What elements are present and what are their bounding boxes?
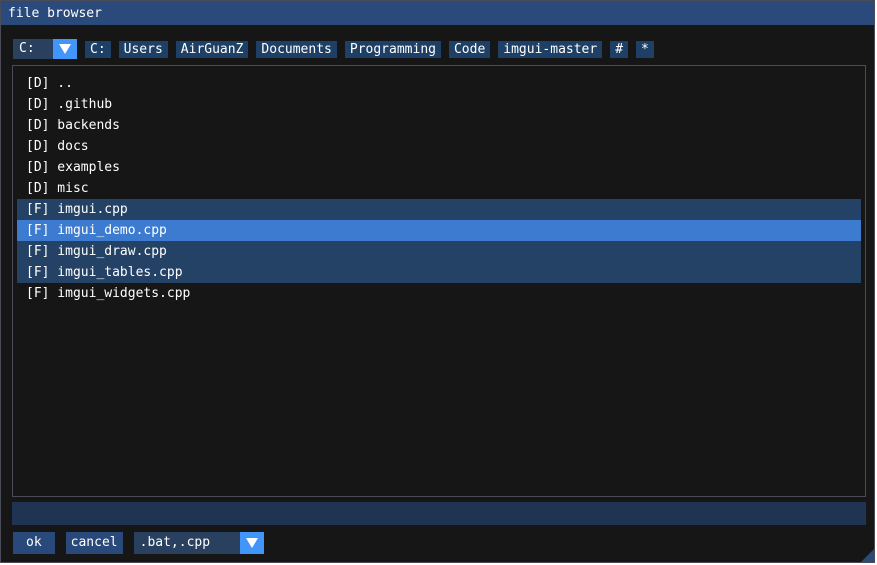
list-item[interactable]: [D] .github	[17, 94, 861, 115]
list-item[interactable]: [F] imgui_tables.cpp	[17, 262, 861, 283]
drive-select[interactable]: C:	[13, 39, 77, 59]
refresh-button[interactable]: *	[636, 40, 654, 58]
drive-select-value: C:	[13, 39, 53, 59]
path-bar: C: C: Users AirGuanZ Documents Programmi…	[13, 39, 662, 59]
window-title: file browser	[8, 5, 102, 21]
filter-select-value: .bat,.cpp	[133, 532, 240, 554]
list-item[interactable]: [F] imgui.cpp	[17, 199, 861, 220]
list-item[interactable]: [F] imgui_draw.cpp	[17, 241, 861, 262]
breadcrumb-programming[interactable]: Programming	[344, 40, 441, 58]
bottom-bar: ok cancel .bat,.cpp	[13, 532, 264, 554]
chevron-down-icon[interactable]	[239, 532, 264, 554]
title-bar[interactable]: file browser	[1, 1, 874, 25]
breadcrumb-imgui-master[interactable]: imgui-master	[498, 40, 603, 58]
edit-path-button[interactable]: #	[610, 40, 629, 58]
list-item[interactable]: [F] imgui_widgets.cpp	[17, 283, 861, 304]
list-item[interactable]: [D] examples	[17, 157, 861, 178]
breadcrumb-users[interactable]: Users	[118, 40, 168, 58]
breadcrumb-airguanz[interactable]: AirGuanZ	[175, 40, 249, 58]
breadcrumb-drive[interactable]: C:	[85, 40, 111, 58]
list-item[interactable]: [D] ..	[17, 73, 861, 94]
file-browser-window: file browser C: C: Users AirGuanZ Docume…	[0, 0, 875, 563]
ok-button[interactable]: ok	[13, 532, 55, 554]
breadcrumb-documents[interactable]: Documents	[256, 40, 337, 58]
chevron-down-icon[interactable]	[53, 39, 77, 59]
filename-input[interactable]	[12, 502, 866, 525]
breadcrumb-code[interactable]: Code	[448, 40, 491, 58]
file-list[interactable]: [D] .. [D] .github [D] backends [D] docs…	[12, 65, 866, 497]
cancel-button[interactable]: cancel	[65, 532, 123, 554]
resize-grip[interactable]	[861, 549, 874, 562]
list-item[interactable]: [D] misc	[17, 178, 861, 199]
list-item[interactable]: [D] docs	[17, 136, 861, 157]
list-item[interactable]: [D] backends	[17, 115, 861, 136]
list-item[interactable]: [F] imgui_demo.cpp	[17, 220, 861, 241]
filter-select[interactable]: .bat,.cpp	[133, 532, 264, 554]
